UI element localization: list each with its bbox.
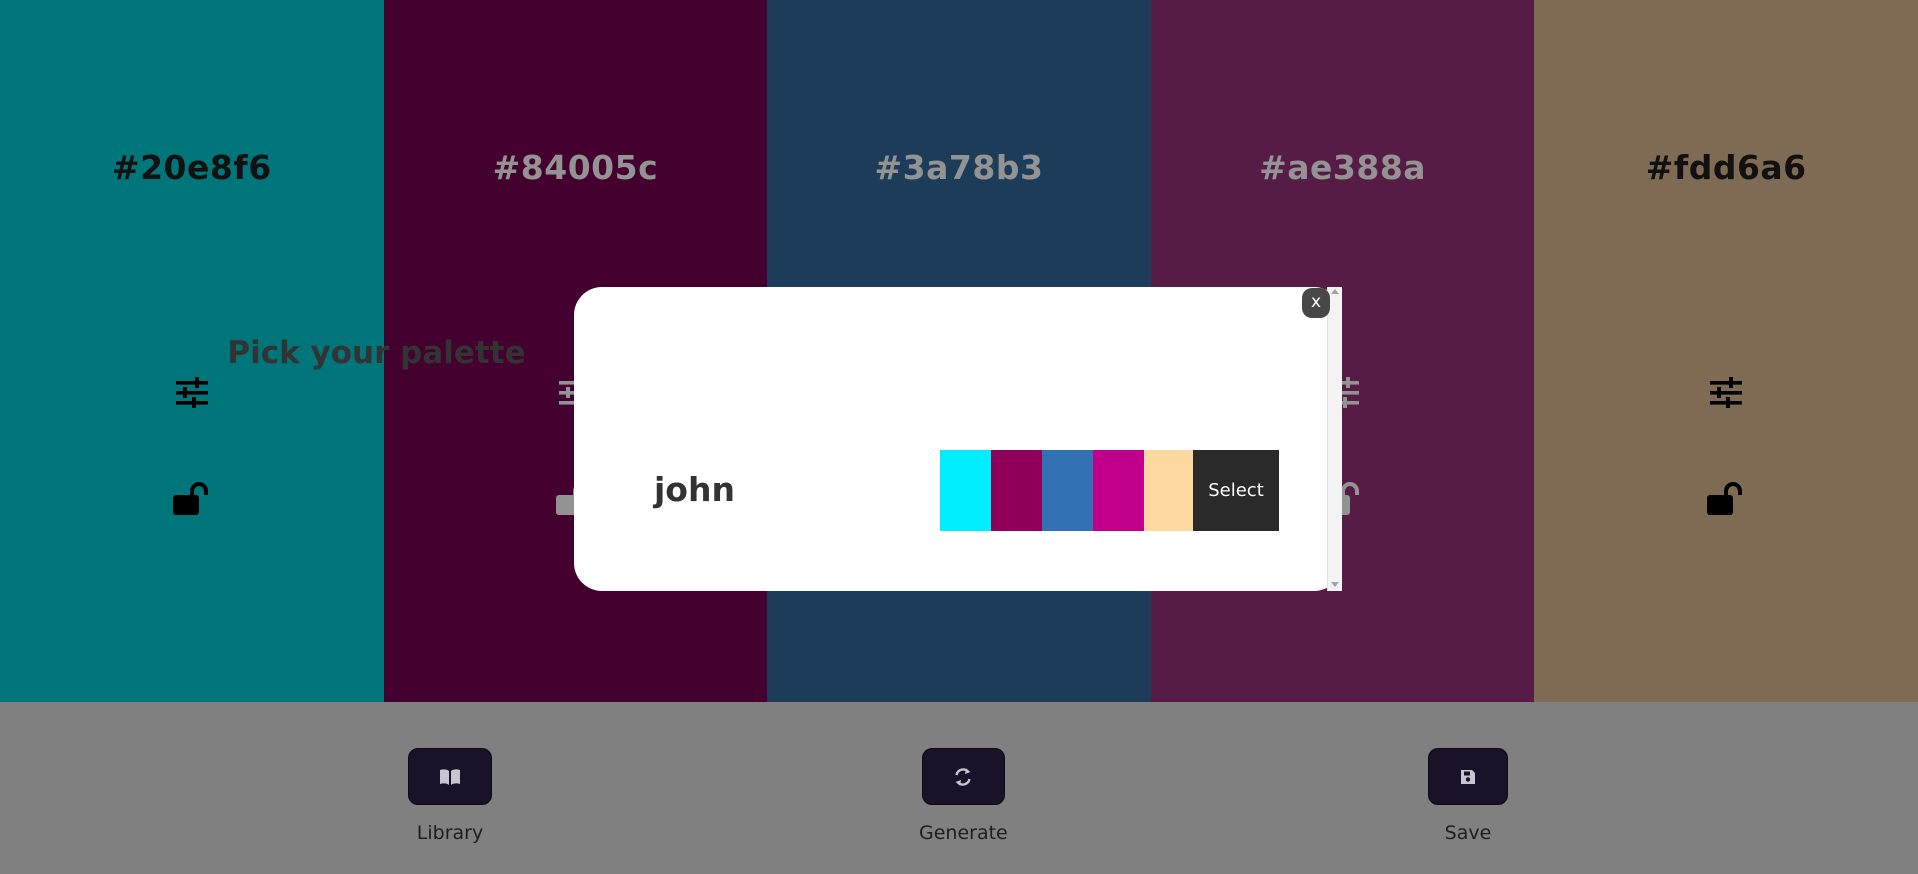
palette-swatch — [991, 450, 1042, 531]
palette-swatch — [1042, 450, 1093, 531]
scroll-up-arrow-icon[interactable] — [1331, 289, 1339, 294]
saved-palette-row: john Select — [574, 450, 1342, 531]
unlock-icon[interactable] — [1706, 480, 1746, 516]
color-hex-label[interactable]: #fdd6a6 — [1534, 148, 1918, 187]
save-button[interactable] — [1428, 748, 1508, 805]
palette-swatches — [940, 450, 1195, 531]
save-control: Save — [1428, 748, 1508, 844]
modal-title: Pick your palette — [227, 335, 526, 371]
unlock-icon[interactable] — [172, 480, 212, 516]
modal-scrollbar[interactable] — [1327, 287, 1342, 591]
library-label: Library — [416, 822, 484, 844]
save-label: Save — [1444, 822, 1492, 844]
scroll-down-arrow-icon[interactable] — [1331, 582, 1339, 587]
sliders-icon[interactable] — [1708, 377, 1744, 409]
color-hex-label[interactable]: #84005c — [384, 148, 768, 187]
color-hex-label[interactable]: #3a78b3 — [767, 148, 1151, 187]
generate-label: Generate — [919, 822, 1008, 844]
palette-swatch — [1144, 450, 1195, 531]
palette-name: john — [654, 470, 735, 509]
book-icon — [439, 768, 461, 786]
library-control: Library — [408, 748, 492, 844]
sliders-icon[interactable] — [174, 377, 210, 409]
generate-control: Generate — [919, 748, 1008, 844]
palette-swatch — [1093, 450, 1144, 531]
palette-picker-modal — [574, 287, 1342, 591]
control-panel: Library Generate Save — [0, 702, 1918, 874]
color-column: #fdd6a6 — [1534, 0, 1918, 702]
color-hex-label[interactable]: #20e8f6 — [0, 148, 384, 187]
close-button[interactable]: x — [1302, 288, 1330, 318]
color-hex-label[interactable]: #ae388a — [1151, 148, 1535, 187]
generate-button[interactable] — [921, 748, 1005, 805]
save-icon — [1460, 769, 1476, 785]
select-palette-button[interactable]: Select — [1193, 450, 1279, 531]
library-button[interactable] — [408, 748, 492, 805]
palette-swatch — [940, 450, 991, 531]
refresh-icon — [953, 767, 973, 787]
